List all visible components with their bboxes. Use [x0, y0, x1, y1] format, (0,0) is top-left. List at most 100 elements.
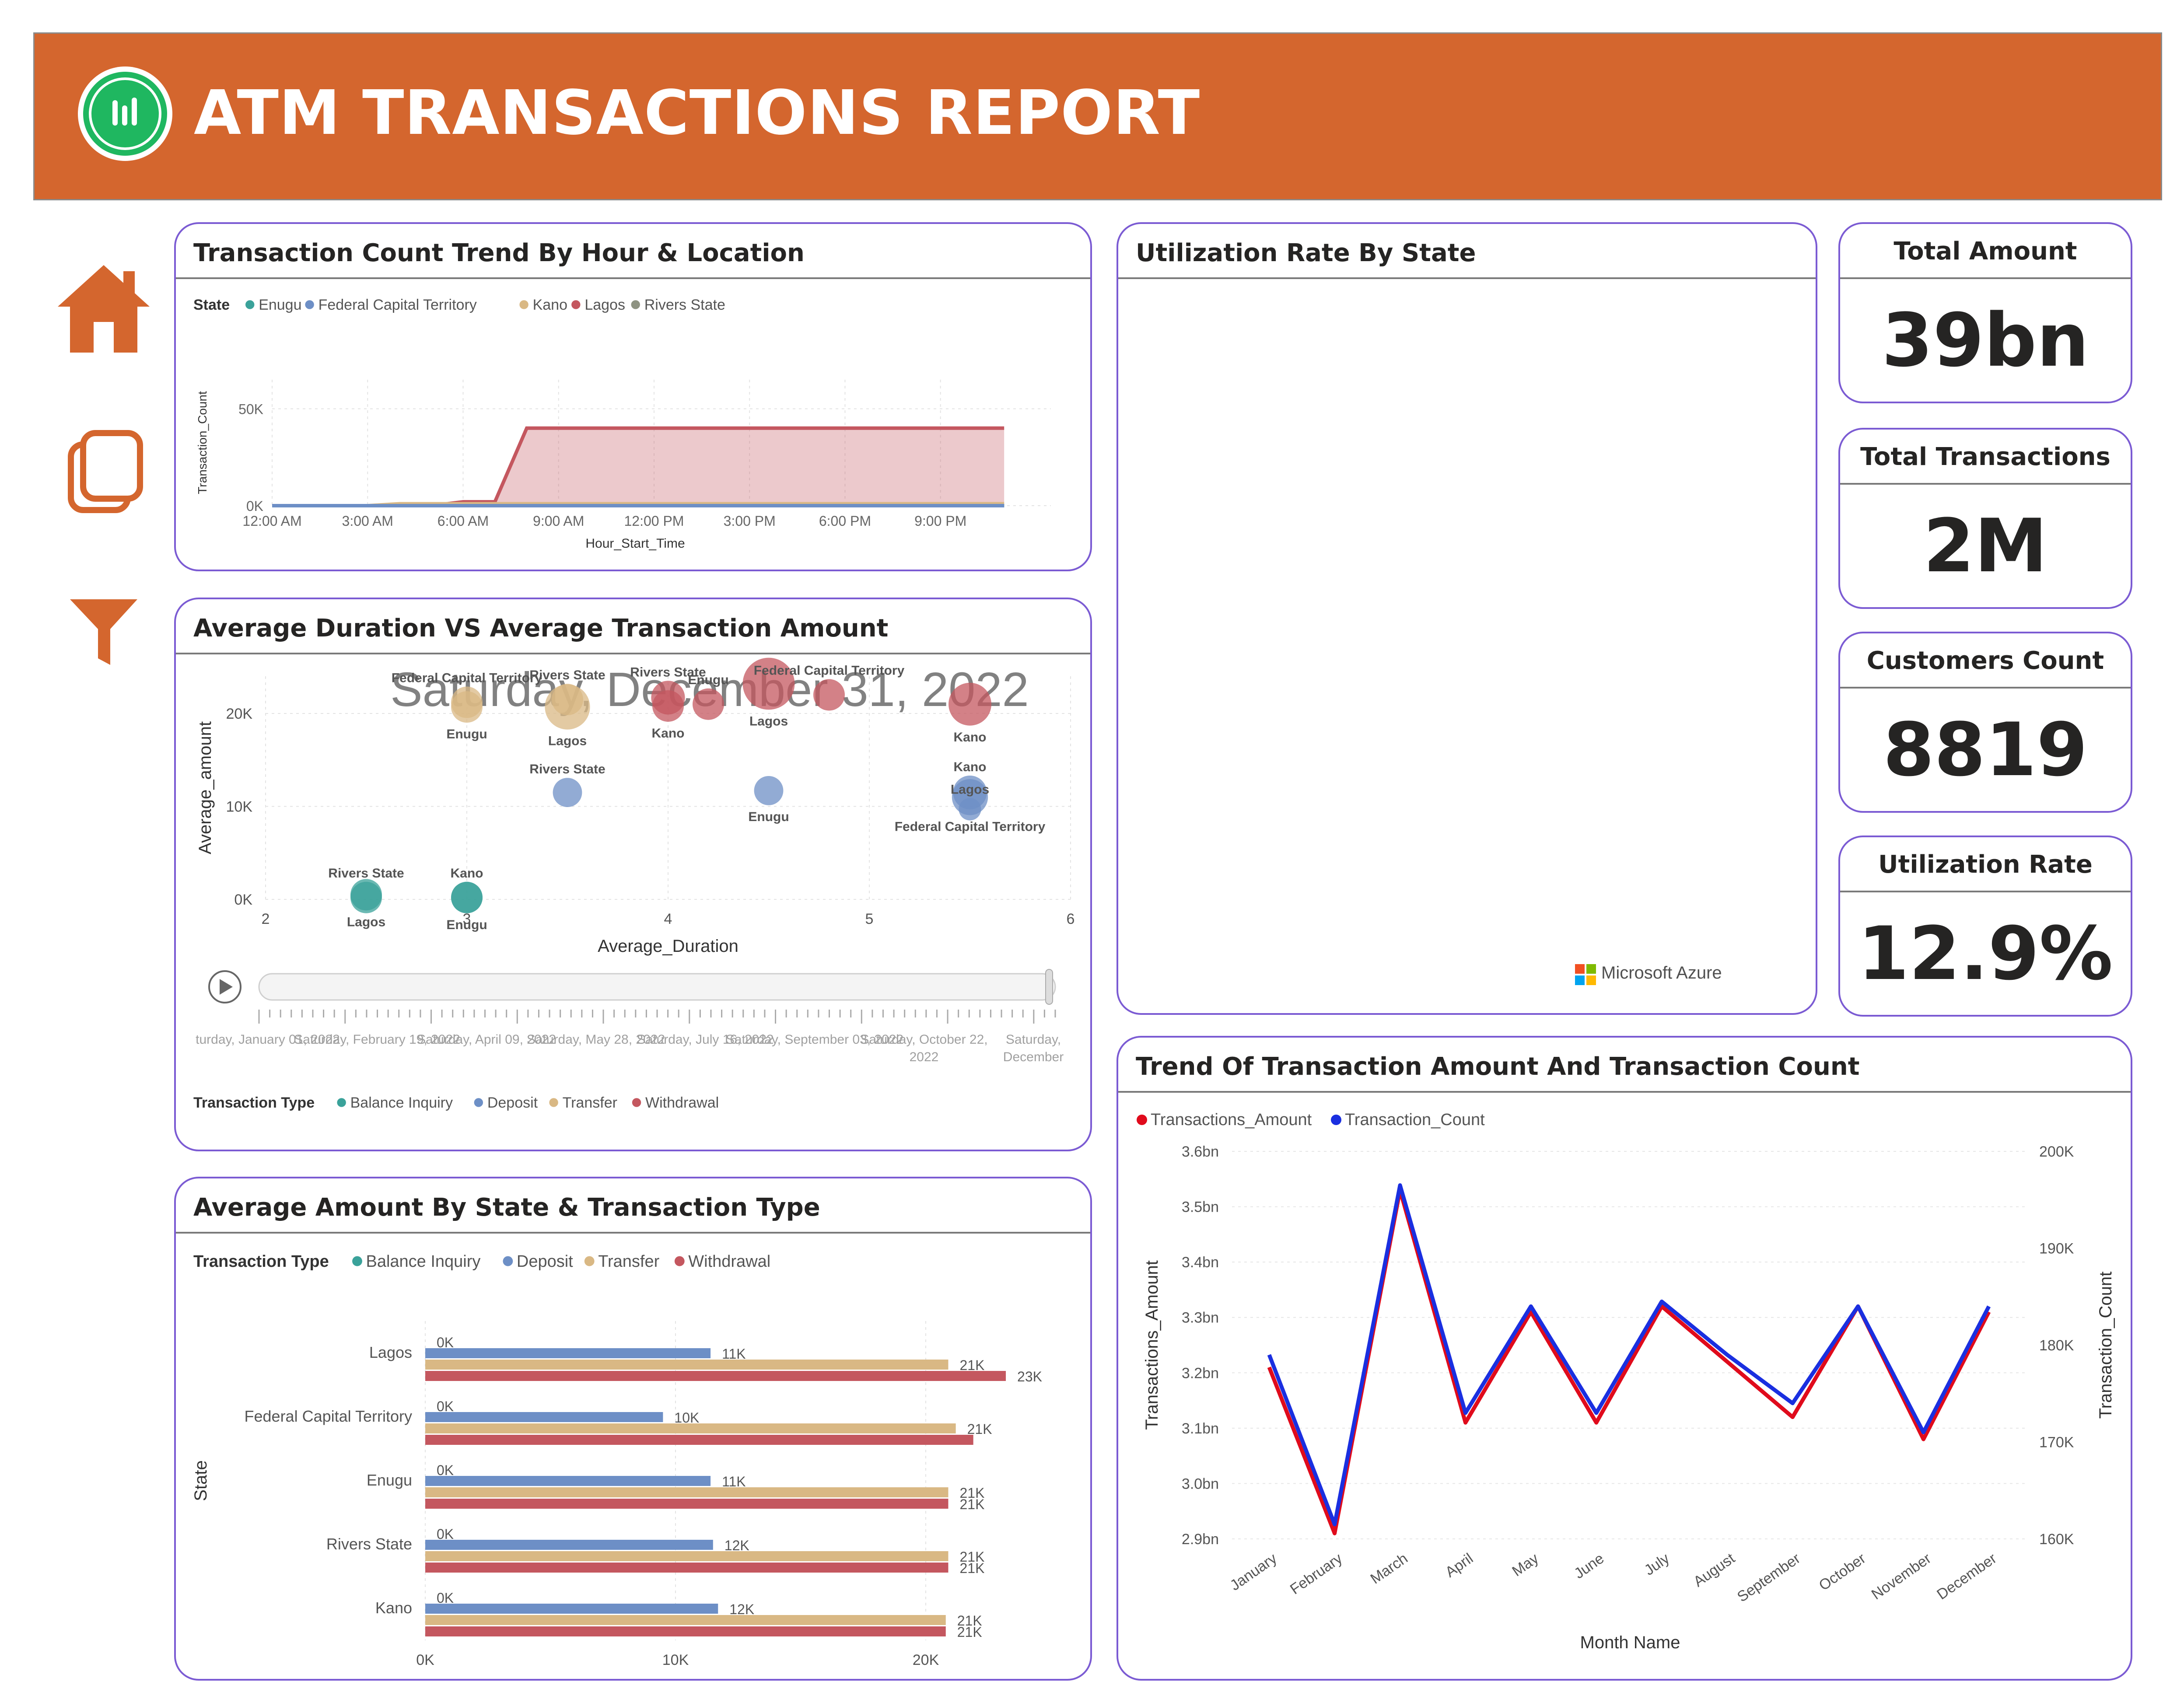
- bar-withdrawal: [425, 1435, 973, 1445]
- x-tick-label: August: [1690, 1550, 1738, 1590]
- legend-item: Transaction_Count: [1345, 1111, 1485, 1129]
- map-area[interactable]: [1118, 279, 1816, 1013]
- x-tick-label: 9:00 AM: [533, 513, 584, 529]
- x-tick-label: 20K: [913, 1652, 939, 1668]
- data-label: 12K: [729, 1601, 754, 1617]
- x-tick-label: July: [1642, 1550, 1673, 1579]
- home-icon[interactable]: [53, 261, 154, 357]
- kpi-label: Utilization Rate: [1878, 850, 2093, 879]
- legend-title: State: [193, 297, 230, 313]
- line-transactions-amount: [1267, 1188, 1991, 1535]
- monthly-trend-chart[interactable]: Transactions_Amount Transaction_Count 2.9b…: [1118, 1093, 2131, 1681]
- kpi-value: 8819: [1883, 707, 2088, 793]
- legend-marker: [674, 1256, 685, 1266]
- bar-withdrawal: [425, 1499, 948, 1509]
- scatter-point-label: Enugu: [688, 673, 728, 687]
- monthly-trend-title: Trend Of Transaction Amount And Transact…: [1136, 1052, 1860, 1081]
- legend-item: Balance Inquiry: [350, 1094, 453, 1111]
- legend-marker: [519, 300, 528, 309]
- y-axis-title: Average_amount: [196, 721, 215, 854]
- legend-item: Rivers State: [644, 297, 725, 313]
- x-axis-title: Month Name: [1580, 1633, 1680, 1652]
- y2-tick-label: 160K: [2039, 1531, 2074, 1548]
- y-tick-label: 2.9bn: [1182, 1531, 1219, 1548]
- play-axis-date-label: December: [1003, 1050, 1064, 1064]
- legend-marker: [474, 1098, 483, 1107]
- data-label: 11K: [722, 1346, 746, 1362]
- x-tick-label: May: [1509, 1550, 1541, 1580]
- scatter-point-label: Enugu: [446, 918, 487, 932]
- kpi-total-transactions: Total Transactions 2M: [1838, 428, 2132, 609]
- y-tick-label: 3.1bn: [1182, 1420, 1219, 1437]
- legend-item: Enugu: [259, 297, 301, 313]
- pages-icon[interactable]: [66, 429, 145, 516]
- y2-tick-label: 180K: [2039, 1337, 2074, 1354]
- legend-marker: [305, 300, 314, 309]
- kpi-customers-count: Customers Count 8819: [1838, 632, 2132, 813]
- y-tick-label: 3.4bn: [1182, 1254, 1219, 1271]
- play-axis-track[interactable]: [258, 973, 1056, 1001]
- legend-marker: [584, 1256, 595, 1266]
- play-axis-date-label: Saturday,: [1006, 1032, 1061, 1047]
- x-tick-label: 6:00 PM: [819, 513, 871, 529]
- report-title: ATM TRANSACTIONS REPORT: [194, 77, 1200, 149]
- x-tick-label: 9:00 PM: [914, 513, 966, 529]
- scatter-point: [948, 682, 991, 726]
- bar-deposit: [425, 1604, 718, 1614]
- kpi-label: Customers Count: [1866, 647, 2104, 675]
- scatter-point: [813, 679, 845, 711]
- x-axis-title: Hour_Start_Time: [585, 536, 685, 551]
- play-axis-handle[interactable]: [1045, 969, 1053, 1005]
- kpi-label: Total Transactions: [1860, 443, 2110, 471]
- utilization-map-title: Utilization Rate By State: [1136, 239, 1476, 267]
- scatter-point: [451, 691, 483, 723]
- scatter-card: Average Duration VS Average Transaction …: [174, 598, 1092, 1151]
- legend-item: Federal Capital Territory: [318, 297, 477, 313]
- scatter-point-label: Enugu: [748, 810, 789, 824]
- play-axis-date-label: 2022: [910, 1050, 939, 1064]
- bar-withdrawal: [425, 1626, 946, 1636]
- scatter-point: [553, 778, 582, 808]
- scatter-chart[interactable]: 0K10K20K2 3 4 5 6Average_DurationAverage_amo…: [176, 654, 1090, 1151]
- legend-item: Kano: [533, 297, 567, 313]
- scatter-title: Average Duration VS Average Transaction …: [193, 614, 889, 643]
- legend-marker: [503, 1256, 513, 1266]
- x-tick-label: 2: [262, 911, 270, 927]
- bar-deposit: [425, 1412, 663, 1422]
- scatter-point-label: Kano: [954, 760, 987, 774]
- kpi-label: Total Amount: [1894, 237, 2077, 266]
- legend-marker: [1137, 1115, 1147, 1125]
- scatter-point: [545, 684, 590, 730]
- map-attribution: Microsoft Azure: [1601, 963, 1722, 982]
- y-axis-title: State: [191, 1460, 210, 1501]
- y-axis-title: Transaction_Count: [196, 391, 209, 494]
- report-header: ATM TRANSACTIONS REPORT: [33, 32, 2162, 200]
- data-label: 0K: [437, 1526, 454, 1542]
- y2-tick-label: 170K: [2039, 1434, 2074, 1451]
- scatter-point-label: Kano: [652, 726, 685, 741]
- data-label: 21K: [959, 1496, 984, 1512]
- filter-icon[interactable]: [66, 595, 141, 669]
- x-tick-label: March: [1367, 1550, 1410, 1587]
- x-tick-label: 12:00 AM: [242, 513, 301, 529]
- kpi-value: 12.9%: [1858, 911, 2113, 996]
- data-label: 0K: [437, 1398, 454, 1414]
- x-tick-label: 0K: [416, 1652, 434, 1668]
- bar-chart[interactable]: Transaction Type Balance Inquiry Deposit Tr…: [176, 1234, 1090, 1681]
- scatter-point-label: Lagos: [548, 734, 587, 748]
- legend-marker: [1331, 1115, 1341, 1125]
- y-tick-label: 3.6bn: [1182, 1143, 1219, 1160]
- hourly-trend-chart[interactable]: State Enugu Federal Capital Territory Kano L…: [176, 279, 1090, 571]
- y-tick-label: 3.3bn: [1182, 1310, 1219, 1326]
- card-divider: [1840, 483, 2131, 485]
- x-axis-title: Average_Duration: [598, 937, 738, 956]
- scatter-point: [959, 798, 981, 821]
- x-tick-label: January: [1227, 1550, 1280, 1594]
- category-label: Lagos: [369, 1343, 412, 1361]
- data-label: 0K: [437, 1335, 454, 1350]
- y-tick-label: 50K: [238, 401, 263, 417]
- legend-marker: [352, 1256, 362, 1266]
- bar-deposit: [425, 1348, 711, 1358]
- data-label: 0K: [437, 1462, 454, 1478]
- scatter-point-label: Federal Capital Territory: [754, 664, 905, 678]
